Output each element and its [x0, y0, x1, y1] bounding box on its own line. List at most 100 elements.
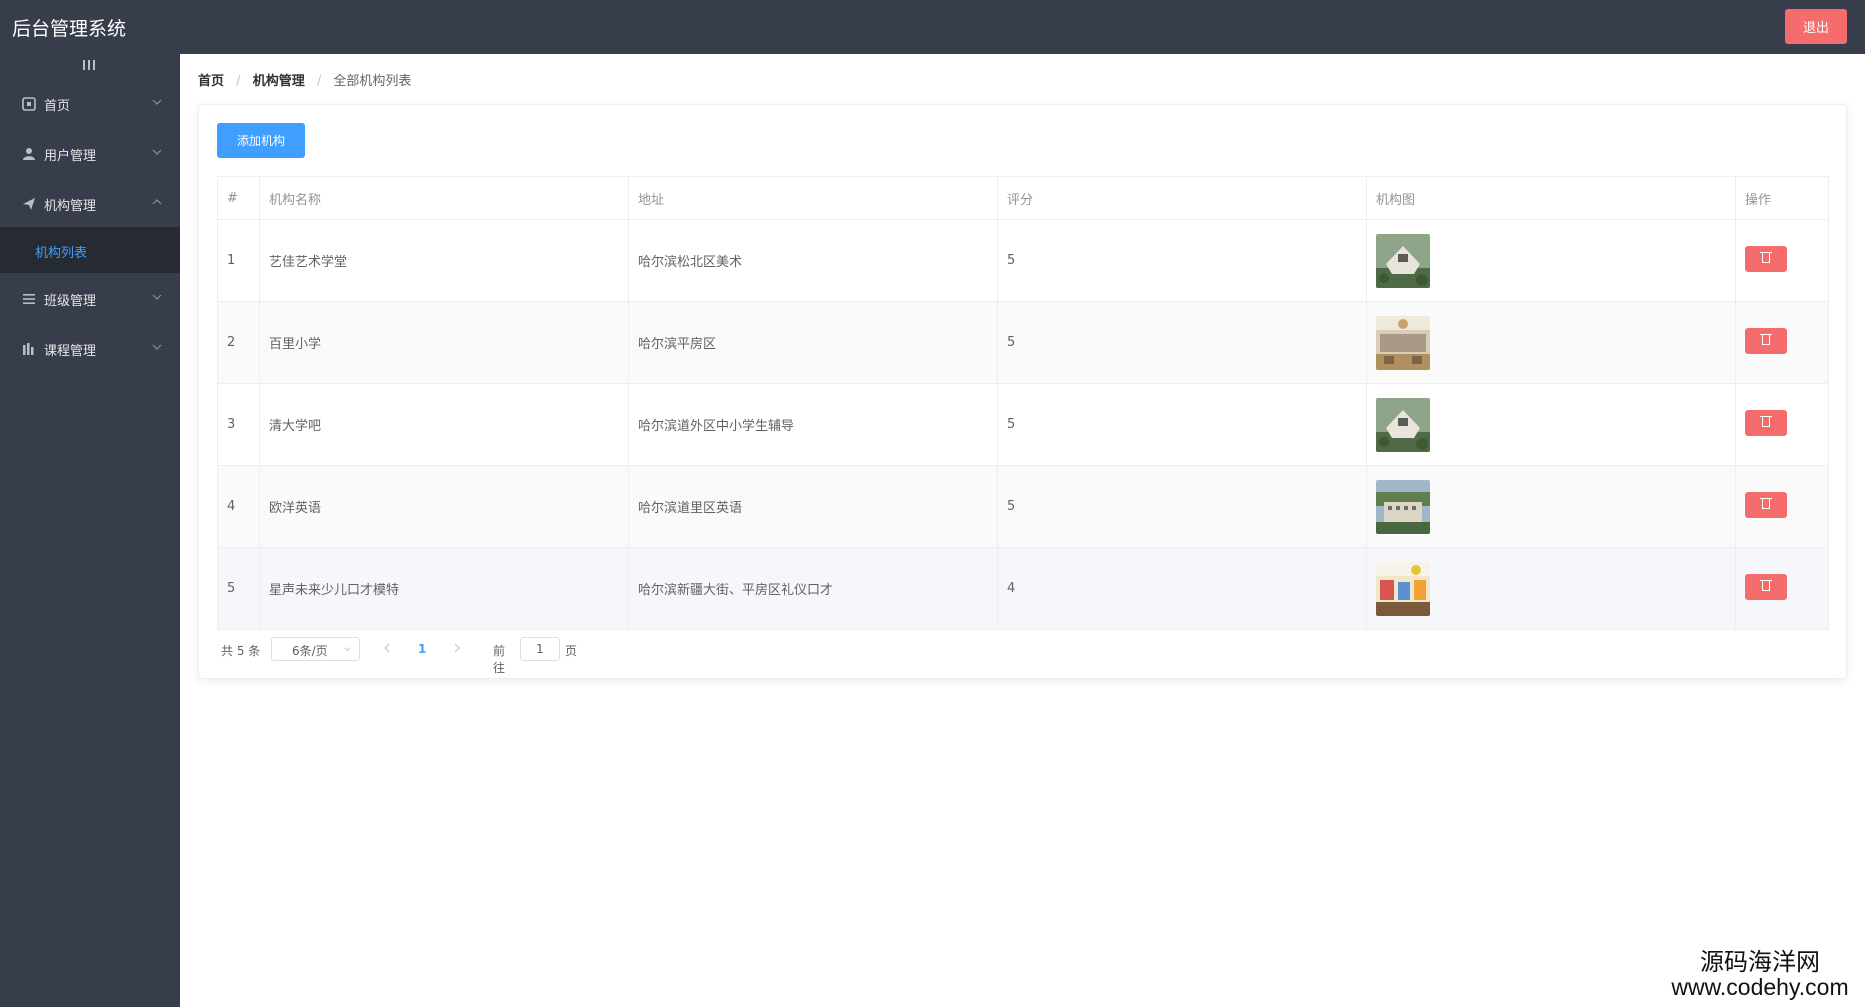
cell-name: 星声未来少儿口才模特	[259, 547, 629, 630]
table-row: 2 百里小学 哈尔滨平房区 5	[217, 301, 1829, 384]
page-number-current[interactable]: 1	[418, 642, 426, 656]
cell-actions	[1735, 465, 1829, 548]
cell-image	[1366, 219, 1736, 302]
sidebar-item-institutions[interactable]: 机构管理	[0, 178, 180, 228]
menu-icon	[23, 294, 35, 304]
cell-name: 欧洋英语	[259, 465, 629, 548]
sidebar-item-classes[interactable]: 班级管理	[0, 273, 180, 323]
cell-actions	[1735, 219, 1829, 302]
table-row: 3 清大学吧 哈尔滨道外区中小学生辅导 5	[217, 383, 1829, 466]
page-size-value: 6条/页	[292, 644, 328, 658]
page-size-select[interactable]: 6条/页	[271, 637, 360, 661]
column-header-actions: 操作	[1735, 176, 1829, 220]
cell-image	[1366, 301, 1736, 384]
cell-actions	[1735, 547, 1829, 630]
cell-score: 4	[997, 547, 1367, 630]
cell-index: 4	[217, 465, 260, 548]
column-header-name: 机构名称	[259, 176, 629, 220]
sidebar-item-label: 班级管理	[44, 294, 97, 309]
sidebar-item-label: 课程管理	[44, 344, 97, 359]
cell-score: 5	[997, 301, 1367, 384]
classroom-interior-image[interactable]	[1376, 315, 1430, 370]
trash-icon	[1762, 498, 1770, 509]
kids-playroom-image[interactable]	[1376, 561, 1430, 616]
cell-name: 百里小学	[259, 301, 629, 384]
table-header-row: # 机构名称 地址 评分 机构图 操作	[217, 176, 1829, 220]
app-title: 后台管理系统	[12, 18, 127, 40]
next-page-icon[interactable]	[451, 641, 463, 655]
cell-address: 哈尔滨平房区	[628, 301, 998, 384]
institution-table: # 机构名称 地址 评分 机构图 操作 1 艺佳艺术学堂 哈尔滨松北区美术 5	[217, 176, 1829, 630]
delete-button[interactable]	[1745, 327, 1787, 354]
sidebar-item-label: 首页	[44, 99, 71, 114]
sidebar-item-users[interactable]: 用户管理	[0, 128, 180, 178]
goto-unit: 页	[565, 644, 578, 658]
column-header-image: 机构图	[1366, 176, 1736, 220]
sidebar-subitem-institution-list[interactable]: 机构列表	[0, 227, 180, 273]
cell-address: 哈尔滨道外区中小学生辅导	[628, 383, 998, 466]
sidebar-item-home[interactable]: 首页	[0, 78, 180, 128]
table-row: 5 星声未来少儿口才模特 哈尔滨新疆大街、平房区礼仪口才 4	[217, 547, 1829, 630]
cell-name: 艺佳艺术学堂	[259, 219, 629, 302]
cell-address: 哈尔滨新疆大街、平房区礼仪口才	[628, 547, 998, 630]
column-header-score: 评分	[997, 176, 1367, 220]
breadcrumb-separator: /	[316, 74, 322, 89]
breadcrumb-current: 全部机构列表	[333, 74, 412, 89]
goto-page-input[interactable]	[520, 637, 560, 661]
sidebar-item-courses[interactable]: 课程管理	[0, 323, 180, 373]
cell-image	[1366, 465, 1736, 548]
logout-button[interactable]: 退出	[1785, 9, 1847, 44]
column-header-index: #	[217, 176, 260, 220]
cell-score: 5	[997, 465, 1367, 548]
cell-address: 哈尔滨松北区美术	[628, 219, 998, 302]
cell-address: 哈尔滨道里区英语	[628, 465, 998, 548]
delete-button[interactable]	[1745, 491, 1787, 518]
trash-icon	[1762, 252, 1770, 263]
pagination-total: 共 5 条	[221, 644, 261, 658]
cell-actions	[1735, 301, 1829, 384]
campus-aerial-image[interactable]	[1376, 233, 1430, 288]
cell-index: 1	[217, 219, 260, 302]
add-institution-button[interactable]: 添加机构	[217, 123, 305, 158]
trash-icon	[1762, 580, 1770, 591]
cell-score: 5	[997, 383, 1367, 466]
collapse-toggle-icon[interactable]	[82, 58, 96, 72]
sidebar-item-label: 机构管理	[44, 199, 97, 214]
home-icon	[22, 97, 36, 111]
chevron-down-icon	[152, 99, 162, 105]
delete-button[interactable]	[1745, 409, 1787, 436]
chevron-down-icon	[344, 647, 351, 652]
table-row: 1 艺佳艺术学堂 哈尔滨松北区美术 5	[217, 219, 1829, 302]
cell-actions	[1735, 383, 1829, 466]
breadcrumb-home[interactable]: 首页	[198, 74, 224, 89]
watermark-site-name: 源码海洋网	[1700, 948, 1820, 976]
trash-icon	[1762, 416, 1770, 427]
cell-image	[1366, 383, 1736, 466]
sidebar: 首页 用户管理 机构管理 机构列表 班级管理 课程管理	[0, 54, 180, 1007]
top-header: 后台管理系统 退出	[0, 0, 1865, 54]
trash-icon	[1762, 334, 1770, 345]
campus-aerial-image[interactable]	[1376, 397, 1430, 452]
cell-score: 5	[997, 219, 1367, 302]
building-exterior-image[interactable]	[1376, 479, 1430, 534]
cell-index: 5	[217, 547, 260, 630]
table-row: 4 欧洋英语 哈尔滨道里区英语 5	[217, 465, 1829, 548]
send-icon	[23, 198, 35, 210]
watermark-url: www.codehy.com	[1671, 974, 1849, 1001]
cell-image	[1366, 547, 1736, 630]
column-header-address: 地址	[628, 176, 998, 220]
delete-button[interactable]	[1745, 573, 1787, 600]
prev-page-icon[interactable]	[381, 641, 393, 655]
cell-index: 3	[217, 383, 260, 466]
sidebar-item-label: 用户管理	[44, 149, 97, 164]
breadcrumb-institutions[interactable]: 机构管理	[253, 74, 305, 89]
chevron-down-icon	[152, 149, 162, 155]
chevron-up-icon	[152, 199, 162, 205]
delete-button[interactable]	[1745, 245, 1787, 272]
sidebar-subitem-label: 机构列表	[35, 246, 88, 261]
chevron-down-icon	[152, 294, 162, 300]
user-icon	[23, 148, 35, 160]
content-card: 添加机构 # 机构名称 地址 评分 机构图 操作 1 艺佳艺术学堂 哈尔滨松北区…	[198, 104, 1847, 679]
breadcrumb-separator: /	[236, 74, 241, 89]
goto-label: 前往	[493, 644, 506, 675]
